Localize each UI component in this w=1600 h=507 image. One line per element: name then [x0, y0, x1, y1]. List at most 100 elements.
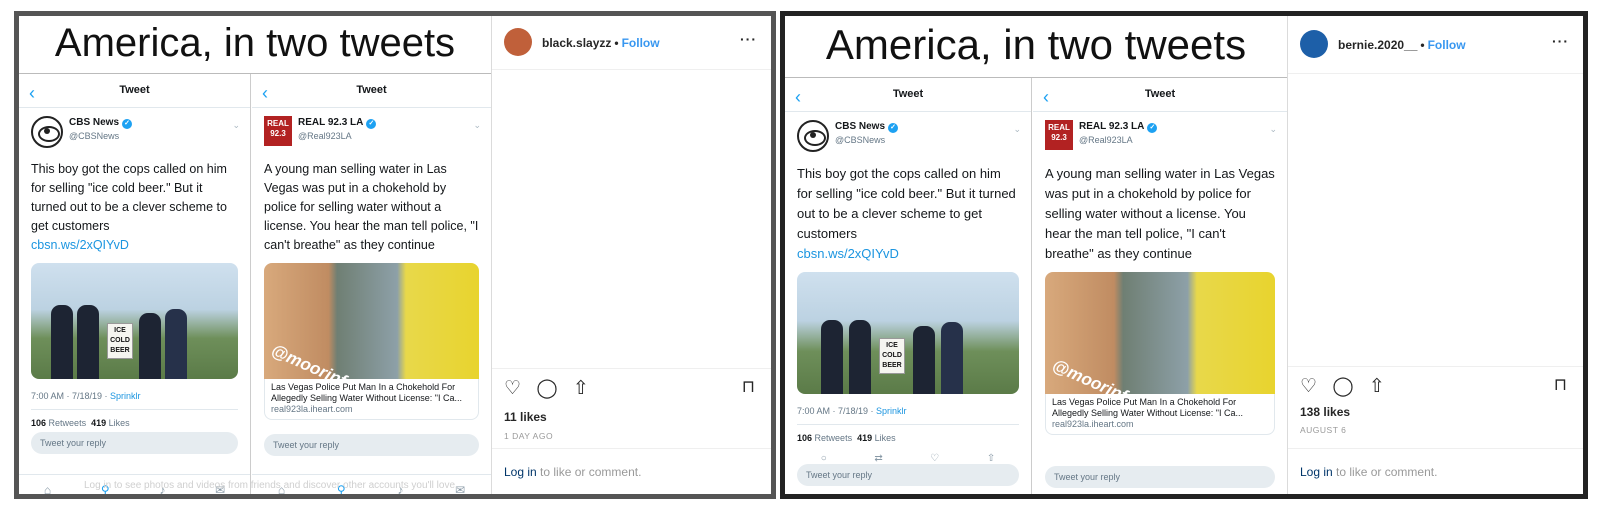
comment-icon[interactable]: ◯: [1332, 376, 1353, 397]
share-icon[interactable]: ⇧: [573, 378, 589, 399]
tweet-author-name[interactable]: CBS News ✓: [69, 117, 133, 129]
like-count[interactable]: 138 likes: [1300, 405, 1350, 419]
username[interactable]: black.slayzz: [542, 36, 611, 50]
chevron-down-icon[interactable]: ⌄: [232, 120, 240, 131]
reply-input[interactable]: Tweet your reply: [797, 464, 1019, 486]
tweet-body: A young man selling water in Las Vegas w…: [264, 162, 479, 252]
instagram-user-row: bernie.2020__ • Follow: [1338, 38, 1466, 52]
chevron-down-icon[interactable]: ⌄: [1013, 124, 1021, 135]
tweet-author: CBS News ✓ @CBSNews ⌄: [785, 118, 1031, 164]
tweet-author-name[interactable]: CBS News ✓: [835, 121, 899, 133]
more-options-icon[interactable]: ···: [1552, 33, 1569, 49]
follow-button[interactable]: Follow: [1428, 38, 1466, 52]
login-prompt-text: to like or comment.: [536, 465, 642, 479]
tweet-cbs-news: ‹ Tweet CBS News ✓ @CBSNews ⌄ This boy go…: [785, 78, 1032, 494]
instagram-actions: ♡ ◯ ⇧ ⊓ 11 likes 1 DAY AGO: [492, 368, 771, 456]
tweet-real-923: ‹ Tweet REAL 92.3 REAL 92.3 LA ✓ @Real923…: [252, 74, 491, 494]
tweet-text: This boy got the cops called on him for …: [19, 160, 250, 255]
heart-icon[interactable]: ♡: [930, 453, 939, 464]
tweet-author-name[interactable]: REAL 92.3 LA ✓: [1079, 121, 1158, 133]
tweet-source[interactable]: Sprinklr: [876, 406, 907, 416]
tweet-author-handle: @Real923LA: [1079, 135, 1133, 145]
heart-icon[interactable]: ♡: [504, 378, 521, 399]
link-card[interactable]: Las Vegas Police Put Man In a Chokehold …: [1045, 394, 1275, 435]
tweet-author: CBS News ✓ @CBSNews ⌄: [19, 114, 250, 160]
like-label[interactable]: Likes: [875, 433, 896, 443]
retweet-label[interactable]: Retweets: [815, 433, 853, 443]
card-domain: real923la.iheart.com: [1052, 419, 1134, 429]
tweet-card-image[interactable]: @moorinfoz: [1045, 272, 1275, 394]
user-avatar[interactable]: [504, 28, 532, 56]
post-date: AUGUST 6: [1300, 425, 1347, 435]
author-name-text: REAL 92.3 LA: [1079, 121, 1145, 132]
heart-icon[interactable]: ♡: [1300, 376, 1317, 397]
real-923-avatar[interactable]: REAL 92.3: [264, 116, 292, 146]
user-avatar[interactable]: [1300, 30, 1328, 58]
comment-icon[interactable]: ◯: [536, 378, 557, 399]
cbs-avatar[interactable]: [31, 116, 63, 148]
tweet-author: REAL 92.3 REAL 92.3 LA ✓ @Real923LA ⌄: [1033, 118, 1287, 164]
author-name-text: CBS News: [835, 121, 886, 132]
tweet-author-handle: @CBSNews: [835, 135, 886, 145]
home-icon[interactable]: ⌂: [44, 483, 51, 495]
post-headline: America, in two tweets: [19, 16, 491, 74]
tweet-body: This boy got the cops called on him for …: [31, 162, 227, 233]
login-link[interactable]: Log in: [504, 465, 537, 479]
retweet-icon[interactable]: ⇄: [874, 453, 882, 464]
share-icon[interactable]: ⇧: [987, 453, 995, 464]
officer-figure: [849, 320, 871, 394]
real-923-avatar[interactable]: REAL 92.3: [1045, 120, 1073, 150]
instagram-post-black-slayzz: America, in two tweets ‹ Tweet CBS News ✓…: [14, 11, 776, 499]
tweet-header-title: Tweet: [892, 88, 924, 100]
link-card[interactable]: Las Vegas Police Put Man In a Chokehold …: [264, 379, 479, 420]
username[interactable]: bernie.2020__: [1338, 38, 1417, 52]
reply-icon[interactable]: ○: [821, 453, 827, 464]
chevron-down-icon[interactable]: ⌄: [1269, 124, 1277, 135]
tweet-link[interactable]: cbsn.ws/2xQIYvD: [31, 238, 129, 252]
card-domain: real923la.iheart.com: [271, 404, 353, 414]
reply-input[interactable]: Tweet your reply: [264, 434, 479, 456]
tweet-top-bar: ‹ Tweet: [252, 74, 491, 108]
retweet-label[interactable]: Retweets: [49, 418, 87, 428]
like-count[interactable]: 11 likes: [504, 410, 547, 424]
tweet-source[interactable]: Sprinklr: [110, 391, 141, 401]
login-link[interactable]: Log in: [1300, 465, 1333, 479]
follow-button[interactable]: Follow: [622, 36, 660, 50]
like-label[interactable]: Likes: [109, 418, 130, 428]
tweet-card-image[interactable]: @moorinfoz: [264, 263, 479, 379]
bookmark-icon[interactable]: ⊓: [742, 377, 755, 397]
tweet-link[interactable]: cbsn.ws/2xQIYvD: [797, 246, 899, 261]
reply-input[interactable]: Tweet your reply: [31, 432, 238, 454]
tweet-real-923: ‹ Tweet REAL 92.3 REAL 92.3 LA ✓ @Real923…: [1033, 78, 1287, 494]
tweet-header-title: Tweet: [1144, 88, 1176, 100]
instagram-user-row: black.slayzz • Follow: [542, 36, 660, 50]
instagram-post-header: bernie.2020__ • Follow ···: [1288, 16, 1583, 74]
tweet-body: This boy got the cops called on him for …: [797, 166, 1016, 241]
instagram-actions: ♡ ◯ ⇧ ⊓ 138 likes AUGUST 6: [1288, 366, 1583, 456]
instagram-sidebar: black.slayzz • Follow ··· ♡ ◯ ⇧ ⊓ 11 likes…: [491, 16, 771, 494]
tweet-photo[interactable]: ICE COLD BEER: [31, 263, 238, 379]
author-name-text: REAL 92.3 LA: [298, 117, 364, 128]
tweet-photo[interactable]: ICE COLD BEER: [797, 272, 1019, 394]
tweet-author-handle: @Real923LA: [298, 131, 352, 141]
officer-figure: [51, 305, 73, 379]
tweet-header-title: Tweet: [356, 84, 387, 96]
like-count: 419: [91, 418, 107, 428]
more-options-icon[interactable]: ···: [740, 31, 757, 47]
tweet-meta: 7:00 AM · 7/18/19 · Sprinklr: [785, 406, 1031, 416]
reply-input[interactable]: Tweet your reply: [1045, 466, 1275, 488]
cbs-avatar[interactable]: [797, 120, 829, 152]
instagram-post-bernie-2020: America, in two tweets ‹ Tweet CBS News ✓…: [780, 11, 1588, 499]
watermark-text: @moorinfoz: [268, 340, 367, 379]
tweet-author-name[interactable]: REAL 92.3 LA ✓: [298, 117, 377, 129]
tweet-text: This boy got the cops called on him for …: [785, 164, 1031, 264]
post-image: America, in two tweets ‹ Tweet CBS News ✓…: [785, 16, 1287, 494]
post-headline: America, in two tweets: [785, 16, 1287, 78]
share-icon[interactable]: ⇧: [1369, 376, 1385, 397]
like-count: 419: [857, 433, 873, 443]
instagram-sidebar: bernie.2020__ • Follow ··· ♡ ◯ ⇧ ⊓ 138 lik…: [1287, 16, 1583, 494]
login-prompt: Log in to like or comment.: [1288, 448, 1583, 494]
chevron-down-icon[interactable]: ⌄: [473, 120, 481, 131]
tweet-stats: 106 Retweets 419 Likes: [31, 409, 238, 428]
bookmark-icon[interactable]: ⊓: [1554, 375, 1567, 395]
